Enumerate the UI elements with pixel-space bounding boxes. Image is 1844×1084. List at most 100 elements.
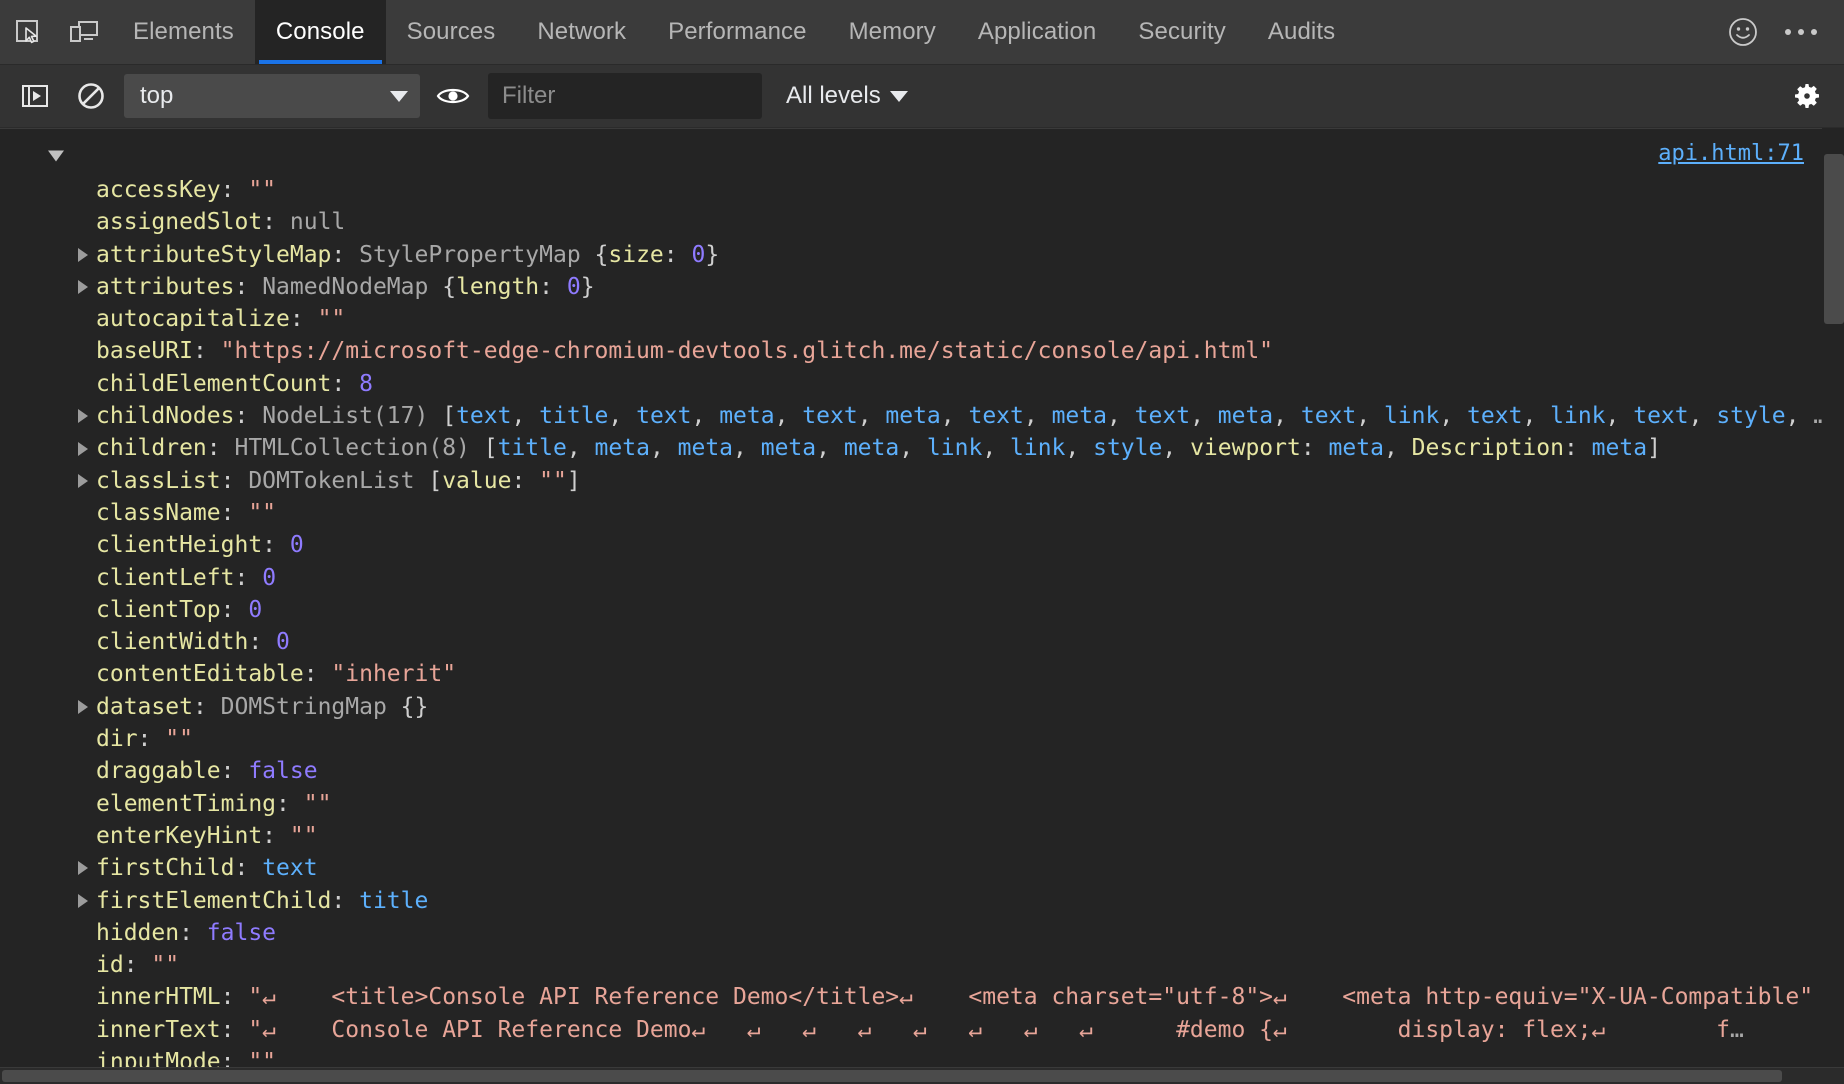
property-text: elementTiming: "" [54,788,331,820]
object-property-row[interactable]: dir: "" [0,723,1844,755]
token-num: 8 [359,371,373,397]
horizontal-scrollbar-thumb[interactable] [2,1070,1782,1082]
token-pun: , [941,403,969,429]
chevron-down-icon [890,91,908,102]
console-filter-input[interactable]: Filter [488,73,762,119]
token-node: title [498,435,567,461]
object-property-row[interactable]: id: "" [0,949,1844,981]
property-text: baseURI: "https://microsoft-edge-chromiu… [54,335,1273,367]
expand-triangle-icon[interactable] [78,861,88,875]
token-k: childNodes [96,403,234,429]
token-pun: , [1439,403,1467,429]
object-property-row[interactable]: clientLeft: 0 [0,562,1844,594]
tab-performance[interactable]: Performance [647,0,828,64]
device-toolbar-icon[interactable] [56,0,112,64]
gear-icon-glyph [1791,80,1823,112]
object-property-row[interactable]: innerHTML: "↵ <title>Console API Referen… [0,981,1844,1013]
token-str: "" [165,726,193,752]
object-property-row[interactable]: childNodes: NodeList(17) [text, title, t… [0,400,1844,432]
token-node: text [1467,403,1522,429]
tab-network[interactable]: Network [516,0,647,64]
object-property-row[interactable]: clientTop: 0 [0,594,1844,626]
expand-triangle-icon[interactable] [78,280,88,294]
object-property-row[interactable]: hidden: false [0,917,1844,949]
tab-sources[interactable]: Sources [386,0,517,64]
token-str: "" [304,791,332,817]
token-k: hidden [96,920,179,946]
feedback-smiley-icon[interactable] [1714,16,1772,48]
javascript-context-select[interactable]: top [124,74,420,118]
object-property-row[interactable]: enterKeyHint: "" [0,820,1844,852]
object-property-row[interactable]: contentEditable: "inherit" [0,658,1844,690]
token-pun: { [595,242,609,268]
tab-application[interactable]: Application [957,0,1118,64]
clear-console-icon[interactable] [64,69,118,123]
object-property-row[interactable]: firstChild: text [0,852,1844,884]
property-text: firstElementChild: title [54,885,428,917]
token-node: meta [719,403,774,429]
object-header-row[interactable]: headi [0,138,1844,174]
object-property-row[interactable]: clientWidth: 0 [0,626,1844,658]
token-node: style [1716,403,1785,429]
object-property-row[interactable]: dataset: DOMStringMap {} [0,691,1844,723]
tab-security[interactable]: Security [1117,0,1247,64]
object-property-row[interactable]: innerText: "↵ Console API Reference Demo… [0,1014,1844,1046]
expand-triangle-icon[interactable] [78,474,88,488]
token-node: meta [595,435,650,461]
log-level-select[interactable]: All levels [786,82,908,110]
token-pun: [ [442,403,456,429]
token-k: firstChild [96,855,234,881]
console-message-list[interactable]: api.html:71 headi accessKey: ""assignedS… [0,128,1844,1084]
object-property-row[interactable]: baseURI: "https://microsoft-edge-chromiu… [0,335,1844,367]
tab-memory[interactable]: Memory [828,0,957,64]
object-property-row[interactable]: clientHeight: 0 [0,529,1844,561]
device-toolbar-icon-glyph [69,18,99,46]
object-property-row[interactable]: attributes: NamedNodeMap {length: 0} [0,271,1844,303]
object-property-row[interactable]: draggable: false [0,755,1844,787]
property-text: childNodes: NodeList(17) [text, title, t… [54,400,1827,432]
object-property-row[interactable]: accessKey: "" [0,174,1844,206]
object-property-row[interactable]: childElementCount: 8 [0,368,1844,400]
expand-triangle-icon[interactable] [78,409,88,423]
expand-triangle-icon[interactable] [78,442,88,456]
object-property-row[interactable]: autocapitalize: "" [0,303,1844,335]
token-k: enterKeyHint [96,823,262,849]
token-k: clientLeft [96,565,234,591]
tab-elements[interactable]: Elements [112,0,255,64]
token-str: "" [290,823,318,849]
live-expression-eye-icon[interactable] [426,69,480,123]
console-horizontal-scrollbar[interactable] [0,1067,1844,1084]
token-str: "" [318,306,346,332]
object-property-row[interactable]: children: HTMLCollection(8) [title, meta… [0,432,1844,464]
inspect-element-icon[interactable] [0,0,56,64]
tab-label: Memory [849,18,936,46]
object-property-row[interactable]: className: "" [0,497,1844,529]
property-text: draggable: false [54,755,318,787]
expand-triangle-icon[interactable] [78,894,88,908]
token-pun: : [179,920,207,946]
console-sidebar-toggle-icon[interactable] [8,69,62,123]
vertical-scrollbar-thumb[interactable] [1824,154,1844,324]
more-options-icon[interactable] [1772,29,1830,35]
object-property-row[interactable]: assignedSlot: null [0,206,1844,238]
expand-triangle-icon[interactable] [78,248,88,262]
token-k: draggable [96,758,221,784]
token-node: link [1550,403,1605,429]
object-property-row[interactable]: classList: DOMTokenList [value: ""] [0,465,1844,497]
tab-audits[interactable]: Audits [1247,0,1356,64]
settings-gear-icon[interactable] [1780,69,1834,123]
token-pun: : [262,532,290,558]
object-property-row[interactable]: attributeStyleMap: StylePropertyMap {siz… [0,239,1844,271]
token-pun: , [982,435,1010,461]
tab-console[interactable]: Console [255,0,386,64]
token-node: meta [885,403,940,429]
object-property-row[interactable]: firstElementChild: title [0,885,1844,917]
more-options-dots [1785,29,1817,35]
expand-triangle-icon[interactable] [48,151,64,162]
console-vertical-scrollbar[interactable] [1822,128,1844,1084]
object-property-row[interactable]: elementTiming: "" [0,788,1844,820]
expand-triangle-icon[interactable] [78,700,88,714]
tab-label: Security [1138,18,1226,46]
token-pun: : [262,209,290,235]
property-text: clientTop: 0 [54,594,262,626]
